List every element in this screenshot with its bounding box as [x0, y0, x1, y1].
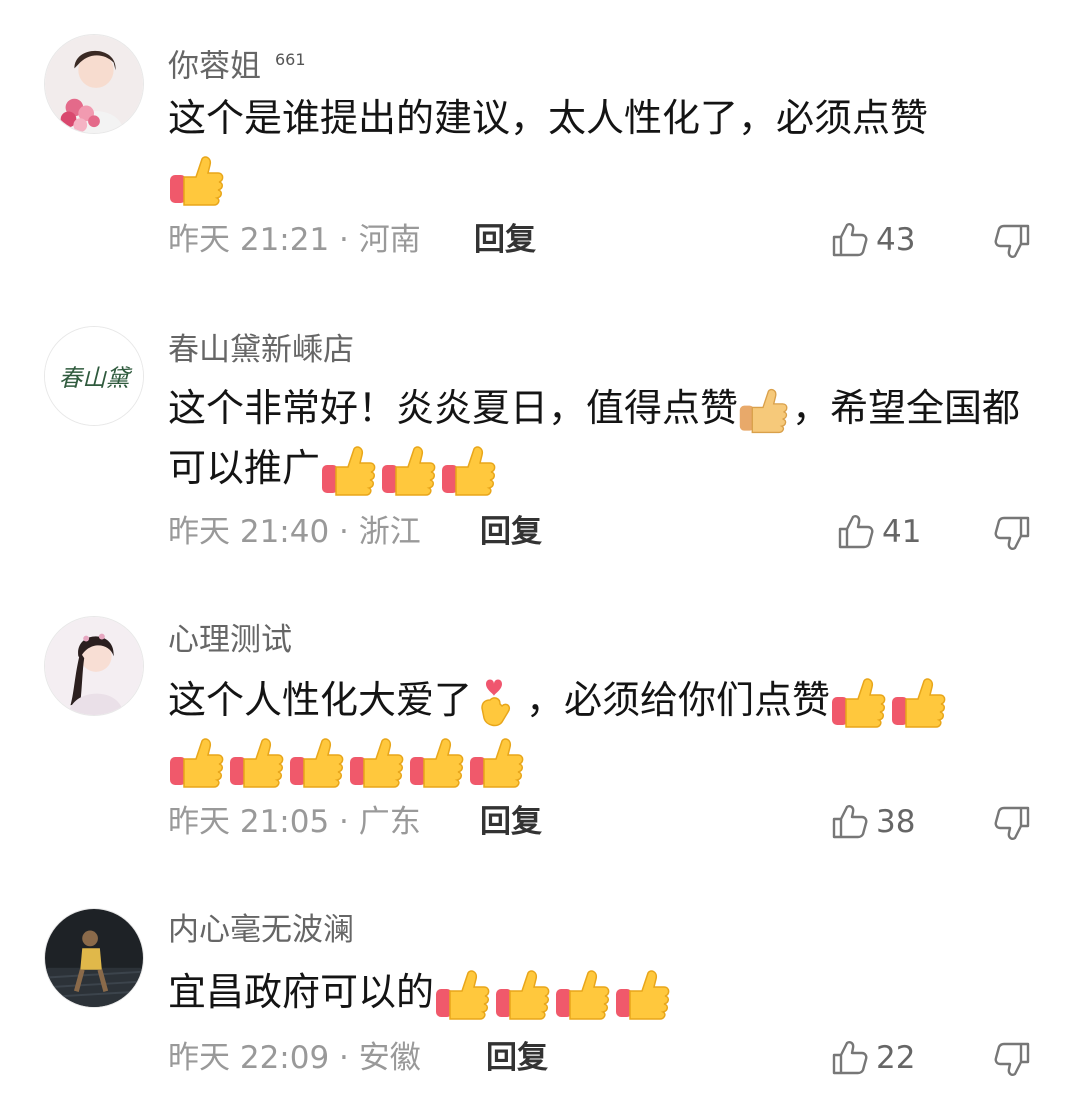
dislike-button[interactable]: [994, 804, 1032, 842]
comment-text: 这个人性化大爱了 ，必须给你们点赞: [168, 670, 1028, 790]
username[interactable]: 春山黛新嵊店: [168, 330, 354, 370]
username[interactable]: 你蓉姐 661: [168, 40, 306, 86]
comment-text: 这个非常好！炎炎夏日，值得点赞 ，希望全国都可以推广: [168, 378, 1028, 498]
thumbs-up-emoji-icon: [554, 969, 610, 1021]
thumbs-up-outline-icon: [830, 1039, 868, 1077]
dislike-button[interactable]: [994, 222, 1032, 260]
thumbs-up-emoji-icon: [168, 155, 224, 207]
dislike-button[interactable]: [994, 1040, 1032, 1078]
thumbs-up-emoji-icon: [614, 969, 670, 1021]
avatar[interactable]: [44, 908, 144, 1008]
comment-text: 这个是谁提出的建议，太人性化了，必须点赞: [168, 88, 1028, 208]
thumbs-up-emoji-icon: [494, 969, 550, 1021]
like-button[interactable]: 41: [836, 510, 921, 554]
avatar[interactable]: 春山黛: [44, 326, 144, 426]
like-count: 41: [882, 514, 922, 550]
thumbs-up-emoji-icon: [380, 445, 436, 497]
avatar[interactable]: [44, 616, 144, 716]
thumbs-down-outline-icon: [994, 804, 1032, 842]
like-count: 22: [876, 1040, 916, 1076]
username[interactable]: 心理测试: [168, 620, 292, 660]
thumbs-up-emoji-icon: [468, 737, 524, 789]
reply-button[interactable]: 回复: [480, 800, 542, 844]
thumbs-up-emoji-icon: [408, 737, 464, 789]
reply-button[interactable]: 回复: [480, 510, 542, 554]
like-button[interactable]: 38: [830, 800, 915, 844]
thumbs-up-emoji-icon: [168, 737, 224, 789]
username[interactable]: 内心毫无波澜: [168, 910, 354, 950]
like-button[interactable]: 22: [830, 1036, 915, 1080]
thumbs-up-emoji-icon: [738, 386, 788, 436]
avatar-logo-text: 春山黛: [59, 364, 133, 392]
thumbs-up-outline-icon: [836, 513, 874, 551]
thumbs-up-emoji-icon: [830, 677, 886, 729]
dislike-button[interactable]: [994, 514, 1032, 552]
avatar[interactable]: [44, 34, 144, 134]
thumbs-up-emoji-icon: [348, 737, 404, 789]
user-badge: 661: [275, 50, 306, 69]
comment-time-location: 昨天 21:40 · 浙江: [168, 514, 421, 550]
thumbs-up-emoji-icon: [228, 737, 284, 789]
thumbs-up-emoji-icon: [434, 969, 490, 1021]
thumbs-up-emoji-icon: [320, 445, 376, 497]
like-button[interactable]: 43: [830, 218, 915, 262]
thumbs-down-outline-icon: [994, 222, 1032, 260]
thumbs-down-outline-icon: [994, 514, 1032, 552]
reply-button[interactable]: 回复: [474, 218, 536, 262]
comment-time-location: 昨天 21:05 · 广东: [168, 804, 421, 840]
comment-time-location: 昨天 21:21 · 河南: [168, 222, 421, 258]
thumbs-down-outline-icon: [994, 1040, 1032, 1078]
reply-button[interactable]: 回复: [486, 1036, 548, 1080]
thumbs-up-emoji-icon: [440, 445, 496, 497]
comment-time-location: 昨天 22:09 · 安徽: [168, 1040, 421, 1076]
thumbs-up-outline-icon: [830, 803, 868, 841]
like-count: 43: [876, 222, 916, 258]
thumbs-up-outline-icon: [830, 221, 868, 259]
finger-heart-emoji-icon: [472, 678, 522, 728]
like-count: 38: [876, 804, 916, 840]
thumbs-up-emoji-icon: [288, 737, 344, 789]
comment-text: 宜昌政府可以的: [168, 962, 1028, 1022]
thumbs-up-emoji-icon: [890, 677, 946, 729]
